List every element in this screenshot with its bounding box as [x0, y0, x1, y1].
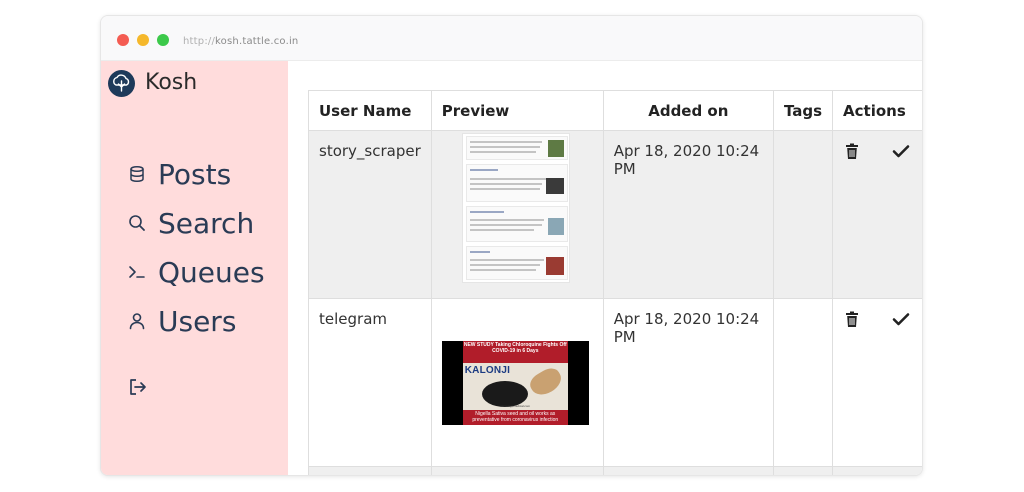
preview-caption: Nigella Sativa seed and oil works as pre… — [472, 411, 559, 423]
sidebar-item-label: Users — [158, 304, 237, 338]
preview-post-thumbnail — [465, 206, 568, 242]
sidebar: Kosh Posts Search Queues Users — [101, 61, 288, 475]
cell-preview — [430, 130, 604, 299]
table-row[interactable]: story_scraper Apr 18, 2020 10:24 PM — [308, 130, 922, 299]
maximize-window-button[interactable] — [157, 34, 169, 46]
column-header-preview[interactable]: Preview — [430, 90, 604, 131]
preview-image-social-posts[interactable] — [461, 133, 570, 283]
approve-check-icon[interactable] — [892, 142, 910, 160]
sidebar-item-users[interactable]: Users — [127, 304, 236, 338]
sidebar-item-label: Posts — [158, 157, 232, 191]
user-icon — [127, 311, 147, 331]
database-icon — [127, 164, 147, 184]
sidebar-item-queues[interactable]: Queues — [127, 255, 265, 289]
sidebar-item-search[interactable]: Search — [127, 206, 254, 240]
trash-icon[interactable] — [843, 142, 861, 160]
cell-added-on: Apr 18, 2020 10:24 PM — [602, 130, 774, 299]
minimize-window-button[interactable] — [137, 34, 149, 46]
search-icon — [127, 213, 147, 233]
cell-user-name — [308, 466, 432, 475]
posts-table: User Name Preview Added on Tags Actions … — [308, 90, 922, 475]
preview-image-news[interactable]: NEW STUDY Taking Chloroquine Fights Off … — [441, 341, 589, 425]
logout-icon[interactable] — [128, 377, 148, 397]
browser-window: http://kosh.tattle.co.in Kosh Posts Sear… — [100, 15, 923, 476]
address-bar[interactable]: http://kosh.tattle.co.in — [183, 36, 298, 47]
trash-icon[interactable] — [843, 310, 861, 328]
preview-post-thumbnail — [465, 246, 568, 280]
table-row[interactable]: telegram NEW STUDY Taking Chloroquine Fi… — [308, 298, 922, 467]
column-header-actions[interactable]: Actions — [832, 90, 922, 131]
cell-preview: NEW STUDY Taking Chloroquine Fights Off … — [430, 298, 604, 467]
column-header-user-name[interactable]: User Name — [308, 90, 432, 131]
url-protocol: http:// — [183, 36, 216, 47]
sidebar-item-posts[interactable]: Posts — [127, 157, 231, 191]
cell-actions — [832, 466, 922, 475]
cell-preview — [430, 466, 604, 475]
column-header-tags[interactable]: Tags — [772, 90, 834, 131]
table-header-row: User Name Preview Added on Tags Actions — [308, 90, 922, 131]
cell-user-name: telegram — [308, 298, 432, 467]
close-window-button[interactable] — [117, 34, 129, 46]
cell-user-name: story_scraper — [308, 130, 432, 299]
main-content: User Name Preview Added on Tags Actions … — [288, 61, 922, 475]
column-header-added-on[interactable]: Added on — [602, 90, 774, 131]
cell-actions — [832, 130, 922, 299]
cell-added-on: Apr 18, 2020 10:24 PM — [602, 298, 774, 467]
cell-tags — [772, 298, 834, 467]
preview-headline: NEW STUDY Taking Chloroquine Fights Off … — [463, 342, 567, 354]
cell-actions — [832, 298, 922, 467]
cell-tags — [772, 130, 834, 299]
preview-post-thumbnail — [465, 136, 568, 160]
cell-tags — [772, 466, 834, 475]
sidebar-item-label: Queues — [158, 255, 265, 289]
preview-site: www.mypmedical.com — [500, 404, 531, 408]
url-host: kosh.tattle.co.in — [215, 36, 299, 47]
table-row[interactable] — [308, 466, 922, 475]
preview-title: KALONJI — [464, 365, 511, 376]
title-bar: http://kosh.tattle.co.in — [101, 16, 922, 61]
cell-added-on — [602, 466, 774, 475]
preview-post-thumbnail — [465, 164, 568, 202]
approve-check-icon[interactable] — [892, 310, 910, 328]
sidebar-item-label: Search — [158, 206, 255, 240]
brand-name[interactable]: Kosh — [145, 70, 197, 95]
terminal-icon — [127, 262, 147, 282]
logo-icon[interactable] — [108, 70, 135, 97]
